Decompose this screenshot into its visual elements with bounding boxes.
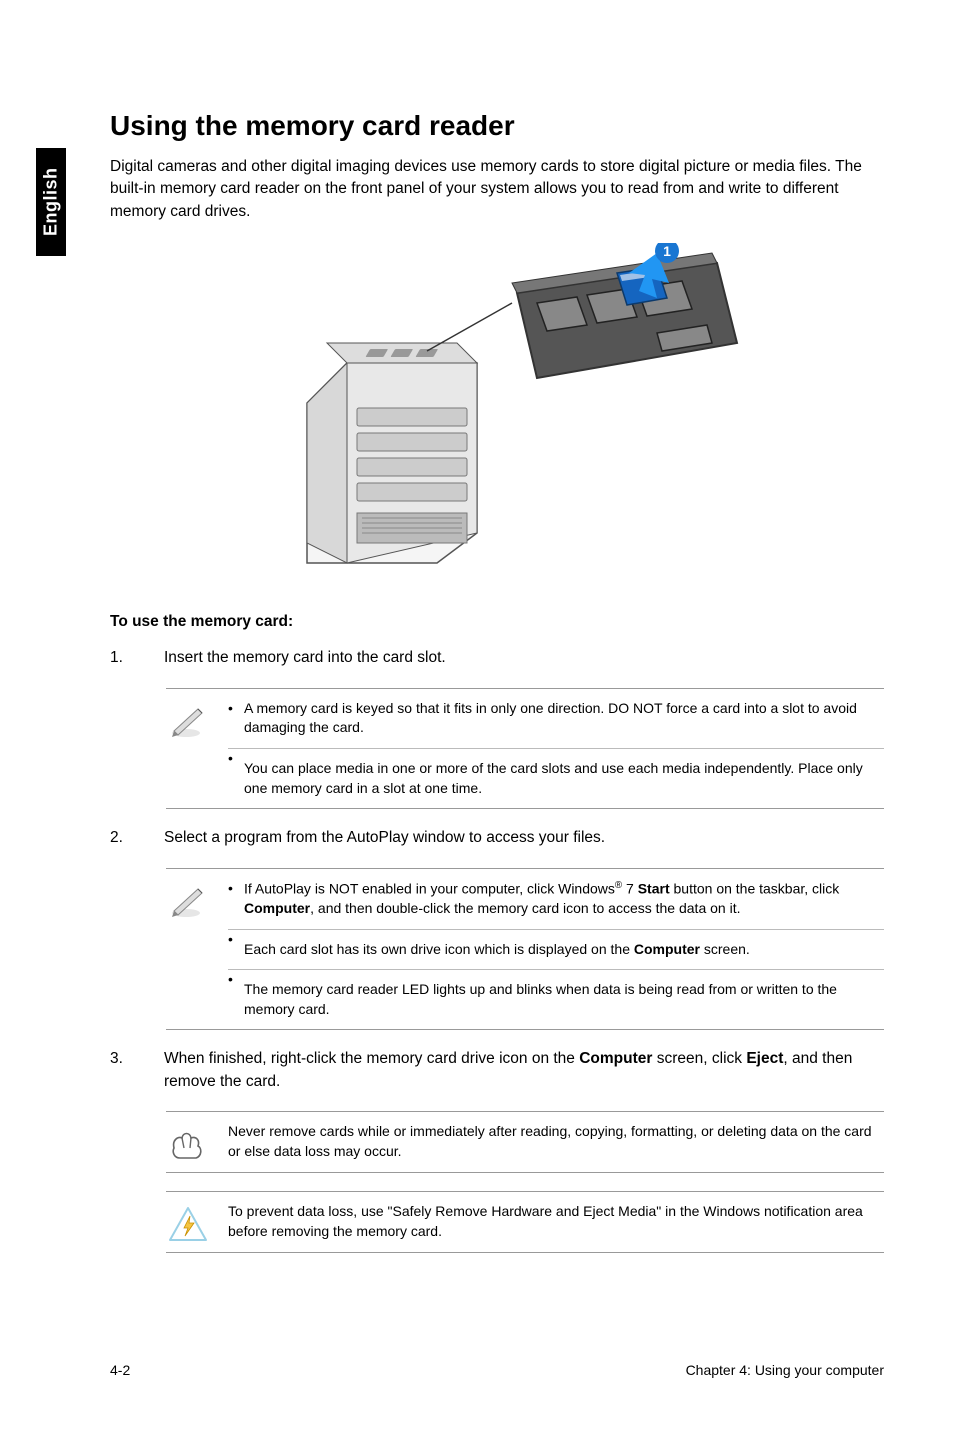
- step-2: 2. Select a program from the AutoPlay wi…: [110, 827, 884, 849]
- page-footer: 4-2 Chapter 4: Using your computer: [110, 1362, 884, 1378]
- step-text: When finished, right-click the memory ca…: [164, 1048, 884, 1093]
- intro-paragraph: Digital cameras and other digital imagin…: [110, 156, 884, 223]
- step-1: 1. Insert the memory card into the card …: [110, 647, 884, 669]
- procedure-heading: To use the memory card:: [110, 613, 884, 631]
- note-item: If AutoPlay is NOT enabled in your compu…: [228, 879, 884, 919]
- page-number: 4-2: [110, 1362, 130, 1378]
- note-block-4: To prevent data loss, use "Safely Remove…: [166, 1191, 884, 1253]
- note-block-2: If AutoPlay is NOT enabled in your compu…: [166, 868, 884, 1031]
- note-item: Each card slot has its own drive icon wh…: [228, 929, 884, 960]
- note-text: Never remove cards while or immediately …: [228, 1122, 884, 1161]
- step-number: 1.: [110, 647, 134, 669]
- step-text: Select a program from the AutoPlay windo…: [164, 827, 884, 849]
- callout-number: 1: [663, 243, 671, 259]
- step-number: 3.: [110, 1048, 134, 1093]
- step-3: 3. When finished, right-click the memory…: [110, 1048, 884, 1093]
- hand-caution-icon: [166, 1122, 210, 1162]
- chapter-label: Chapter 4: Using your computer: [686, 1362, 884, 1378]
- procedure-steps-cont2: 3. When finished, right-click the memory…: [110, 1048, 884, 1093]
- warning-bolt-icon: [166, 1202, 210, 1242]
- manual-page: English Using the memory card reader Dig…: [0, 0, 954, 1438]
- note-block-3: Never remove cards while or immediately …: [166, 1111, 884, 1173]
- note-item: You can place media in one or more of th…: [228, 748, 884, 798]
- procedure-steps-cont: 2. Select a program from the AutoPlay wi…: [110, 827, 884, 849]
- figure-card-reader: 1: [110, 243, 884, 573]
- card-reader-illustration: 1: [247, 243, 747, 573]
- procedure-steps: 1. Insert the memory card into the card …: [110, 647, 884, 669]
- pencil-note-icon: [166, 699, 210, 798]
- language-tab: English: [36, 148, 66, 256]
- note-text: To prevent data loss, use "Safely Remove…: [228, 1202, 884, 1241]
- step-text: Insert the memory card into the card slo…: [164, 647, 884, 669]
- step-number: 2.: [110, 827, 134, 849]
- page-title: Using the memory card reader: [110, 110, 884, 142]
- note-item: A memory card is keyed so that it fits i…: [228, 699, 884, 738]
- note-item: The memory card reader LED lights up and…: [228, 969, 884, 1019]
- pencil-note-icon: [166, 879, 210, 1020]
- note-block-1: A memory card is keyed so that it fits i…: [166, 688, 884, 809]
